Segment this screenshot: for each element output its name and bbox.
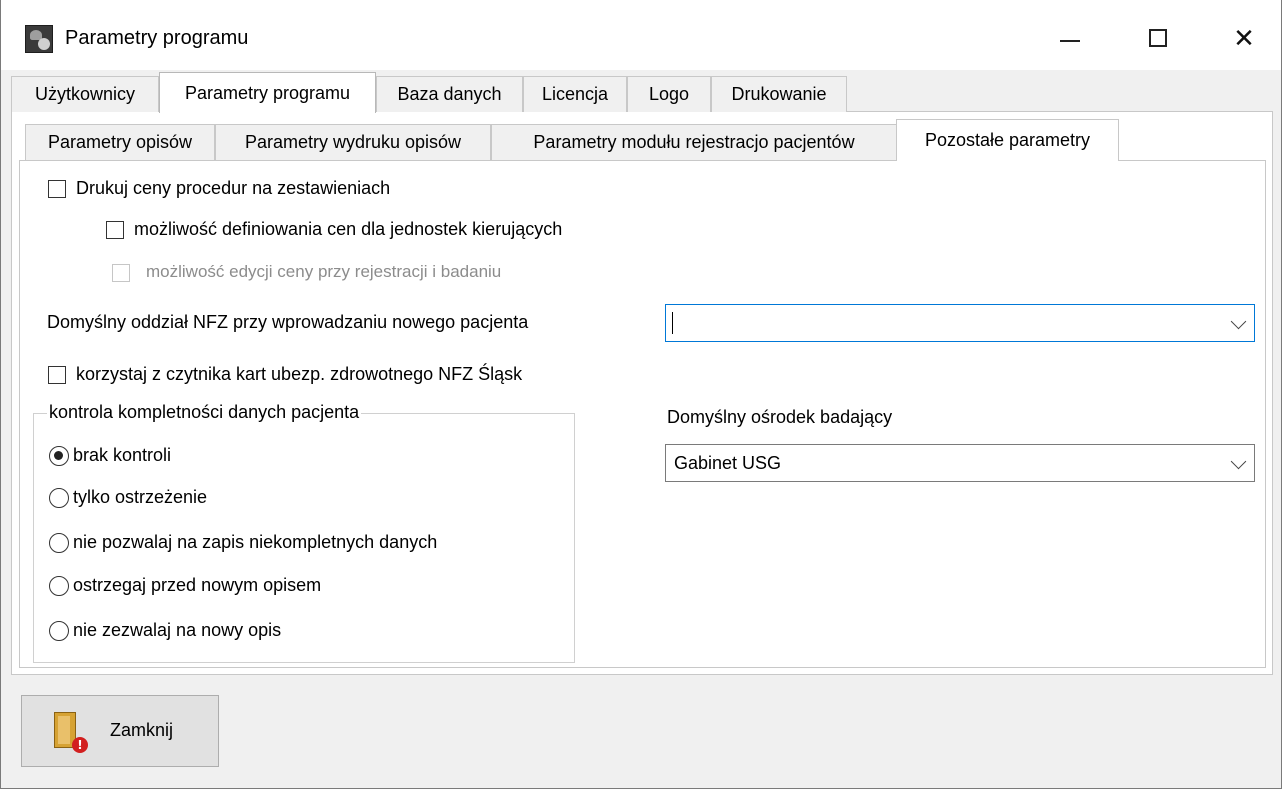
radio-label: nie pozwalaj na zapis niekompletnych dan… <box>73 532 438 552</box>
text-caret <box>672 312 673 334</box>
default-nfz-label: Domyślny oddział NFZ przy wprowadzaniu n… <box>47 312 529 332</box>
dialog-window: Parametry programu ✕ Użytkownicy Paramet… <box>0 0 1282 789</box>
minimize-button[interactable] <box>1047 18 1093 58</box>
alert-badge-icon: ! <box>72 737 88 753</box>
app-icon <box>25 25 53 53</box>
maximize-icon <box>1149 29 1167 47</box>
radio-label: nie zezwalaj na nowy opis <box>73 620 282 640</box>
radio-nie-pozwalaj-na-zapis[interactable] <box>49 533 69 553</box>
close-icon: ✕ <box>1233 23 1255 53</box>
chevron-down-icon <box>1230 453 1247 470</box>
close-button-label: Zamknij <box>110 720 174 740</box>
tab-logo[interactable]: Logo <box>627 76 711 112</box>
radio-brak-kontroli[interactable] <box>49 446 69 466</box>
radio-label: brak kontroli <box>73 445 172 465</box>
completeness-group-title: kontrola kompletności danych pacjenta <box>47 402 362 423</box>
tab-pozostale-parametry[interactable]: Pozostałe parametry <box>896 119 1119 161</box>
edit-price-checkbox <box>112 264 130 282</box>
print-prices-checkbox[interactable] <box>48 180 66 198</box>
tab-parametry-programu[interactable]: Parametry programu <box>159 72 376 113</box>
tab-baza-danych[interactable]: Baza danych <box>376 76 523 112</box>
tab-parametry-rejestracji[interactable]: Parametry modułu rejestracjo pacjentów <box>491 124 897 160</box>
minimize-icon <box>1060 40 1080 42</box>
title-bar[interactable]: Parametry programu ✕ <box>1 0 1281 70</box>
tab-parametry-wydruku-opisow[interactable]: Parametry wydruku opisów <box>215 124 491 160</box>
tab-drukowanie[interactable]: Drukowanie <box>711 76 847 112</box>
close-button[interactable]: ! Zamknij <box>21 695 219 767</box>
tab-licencja[interactable]: Licencja <box>523 76 627 112</box>
card-reader-checkbox[interactable] <box>48 366 66 384</box>
tab-uzytkownicy[interactable]: Użytkownicy <box>11 76 159 112</box>
tab-parametry-opisow[interactable]: Parametry opisów <box>25 124 215 160</box>
edit-price-label: możliwość edycji ceny przy rejestracji i… <box>146 262 502 281</box>
card-reader-label: korzystaj z czytnika kart ubezp. zdrowot… <box>76 364 523 384</box>
radio-nie-zezwalaj-na-opis[interactable] <box>49 621 69 641</box>
define-prices-label: możliwość definiowania cen dla jednostek… <box>134 219 563 239</box>
radio-ostrzegaj-przed-opisem[interactable] <box>49 576 69 596</box>
window-title: Parametry programu <box>65 27 249 49</box>
print-prices-label: Drukuj ceny procedur na zestawieniach <box>76 178 391 198</box>
chevron-down-icon <box>1230 313 1247 330</box>
radio-tylko-ostrzezenie[interactable] <box>49 488 69 508</box>
default-center-label: Domyślny ośrodek badający <box>667 407 893 427</box>
default-center-select[interactable]: Gabinet USG <box>665 444 1255 482</box>
maximize-button[interactable] <box>1135 18 1181 58</box>
close-window-button[interactable]: ✕ <box>1221 18 1267 58</box>
radio-label: tylko ostrzeżenie <box>73 487 208 507</box>
default-nfz-select[interactable] <box>665 304 1255 342</box>
define-prices-checkbox[interactable] <box>106 221 124 239</box>
default-center-value: Gabinet USG <box>674 453 782 473</box>
radio-label: ostrzegaj przed nowym opisem <box>73 575 322 595</box>
